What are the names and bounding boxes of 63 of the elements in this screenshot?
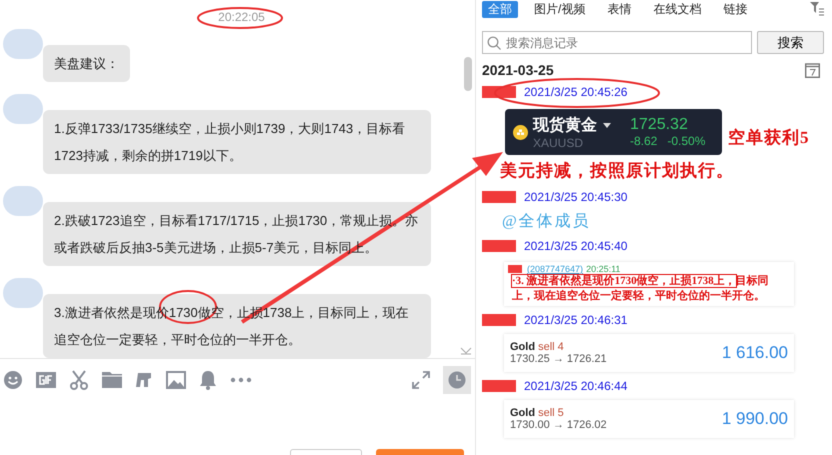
trade-side: sell 4 [538,341,564,353]
expand-icon[interactable] [412,371,430,389]
history-button[interactable] [443,366,471,394]
instrument-symbol: XAUUSD [533,136,584,150]
message-bubble: 2.跌破1723追空，目标看1717/1715，止损1730，常规止损。亦或者跌破后反抽3-5美元进场，止损5-7美元，目标同上。 [43,202,431,266]
emoji-icon[interactable] [3,370,23,390]
annotation-note: 空单获利5 [728,127,810,149]
highlighted-text: ·3. 激进者依然是现价1730做空，止损1738上， [512,275,736,287]
avatar-placeholder [3,94,43,124]
redaction-block [508,265,522,273]
instrument-name: 现货黄金 [533,116,597,136]
profit-amount: 1 616.00 [722,343,788,363]
message-timestamp: 20:22:05 [218,10,265,25]
redaction-block [482,380,516,392]
image-icon[interactable] [166,371,186,389]
instrument-name: Gold [510,341,536,353]
redaction-block [482,240,516,252]
screenshot-tool-icon[interactable] [135,371,153,389]
calendar-icon[interactable] [805,62,820,78]
message-time: 2021/3/25 20:46:31 [524,313,628,327]
message-time: 2021/3/25 20:46:44 [524,379,628,393]
avatar-placeholder [3,186,43,216]
more-icon[interactable] [230,377,252,383]
scrollbar-thumb[interactable] [464,57,472,91]
gif-icon[interactable] [36,372,56,388]
mention-text: @全体成员 [502,212,592,232]
price-value: 1725.32 [630,116,689,134]
bell-icon[interactable] [199,370,217,390]
message-bubble: 美盘建议： [43,45,130,82]
redaction-block [482,191,516,203]
date-heading: 2021-03-25 [482,62,554,78]
percent-change: -0.50% [667,134,706,148]
price-change: -8.62 [630,134,658,148]
caret-icon[interactable] [603,122,611,128]
message-bubble: 1.反弹1733/1735继续空，止损小则1739，大则1743，目标看1723持减，剩余的拼1719以下。 [43,110,431,174]
filter-tab[interactable]: 图片/视频 [528,0,592,18]
filter-icon[interactable] [810,2,824,16]
price-route: 1730.00 → 1726.02 [510,419,607,431]
avatar-placeholder [3,278,43,308]
search-field[interactable]: 搜索消息记录 [482,31,752,54]
sender-id: (2087747647) [527,264,584,274]
coin-icon [513,124,528,140]
filter-tab[interactable]: 表情 [601,0,638,18]
profit-amount: 1 990.00 [722,409,788,429]
scissors-icon[interactable] [69,370,89,390]
price-route: 1730.25 → 1726.21 [510,353,607,365]
filter-tab[interactable]: 链接 [717,0,754,18]
folder-icon[interactable] [102,372,122,388]
instrument-name: Gold [510,407,536,419]
message-time: 2021/3/25 20:45:30 [524,190,628,204]
search-button[interactable]: 搜索 [757,31,824,54]
annotation-note: 美元持减，按照原计划执行。 [500,160,735,182]
clock-icon [448,371,466,389]
trade-side: sell 5 [538,407,564,419]
scroll-down-icon[interactable] [460,347,472,355]
filter-tab[interactable]: 在线文档 [647,0,708,18]
quote-time: 20:25:11 [586,264,620,274]
redaction-block [482,314,516,326]
quoted-text: ·3. 激进者依然是现价1730做空，止损1738上，目标同上，现在追空仓位一定要轻，平时仓位的一半开仓。 [511,274,770,304]
filter-tab[interactable]: 全部 [482,0,518,18]
message-time: 2021/3/25 20:45:26 [524,85,628,99]
avatar-placeholder [3,29,43,59]
message-time: 2021/3/25 20:45:40 [524,239,628,253]
